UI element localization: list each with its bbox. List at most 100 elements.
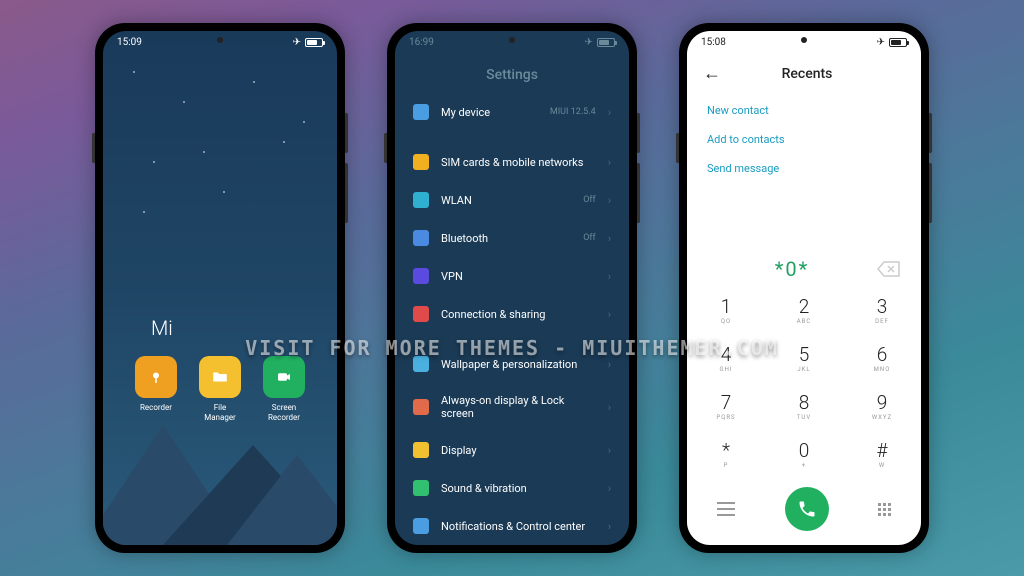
key-number: 9 xyxy=(877,393,888,412)
app-recorder[interactable]: Recorder xyxy=(135,356,177,422)
notif-icon xyxy=(413,518,429,534)
keypad: 1QO2ABC3DEF4GHI5JKL6MNO7PQRS8TUV9WXYZ*P0… xyxy=(687,287,921,479)
wall-icon xyxy=(413,356,429,372)
settings-title: Settings xyxy=(395,53,629,93)
chevron-right-icon: › xyxy=(608,232,611,245)
settings-item-sim[interactable]: SIM cards & mobile networks› xyxy=(413,143,611,181)
phone-settings: 16:99 ✈ Settings My deviceMIUI 12.5.4› SI… xyxy=(387,23,637,553)
backspace-icon[interactable] xyxy=(877,261,901,277)
app-file-manager[interactable]: File Manager xyxy=(199,356,241,422)
dialer-action-1[interactable]: Add to contacts xyxy=(707,125,901,154)
chevron-right-icon: › xyxy=(608,106,611,119)
settings-item-label: Always-on display & Lock screen xyxy=(441,394,596,420)
dialpad-icon[interactable] xyxy=(878,503,891,516)
app-label: Recorder xyxy=(140,403,172,413)
settings-list: My deviceMIUI 12.5.4› SIM cards & mobile … xyxy=(395,93,629,545)
chevron-right-icon: › xyxy=(608,401,611,414)
settings-item-label: Connection & sharing xyxy=(441,308,596,321)
key-*[interactable]: *P xyxy=(687,431,765,479)
status-bar: 16:99 ✈ xyxy=(395,31,629,53)
dialer-display: *0* xyxy=(687,247,921,287)
chevron-right-icon: › xyxy=(608,308,611,321)
settings-item-display[interactable]: Display › xyxy=(413,431,611,469)
mic-icon xyxy=(135,356,177,398)
sim-icon xyxy=(413,154,429,170)
key-4[interactable]: 4GHI xyxy=(687,335,765,383)
key-5[interactable]: 5JKL xyxy=(765,335,843,383)
key-2[interactable]: 2ABC xyxy=(765,287,843,335)
phone-dialer: 15:08 ✈ ← Recents New contactAdd to cont… xyxy=(679,23,929,553)
settings-item-label: WLAN xyxy=(441,194,571,207)
key-sublabel: TUV xyxy=(797,414,811,421)
menu-icon[interactable] xyxy=(717,502,735,516)
chevron-right-icon: › xyxy=(608,520,611,533)
key-number: * xyxy=(722,441,730,460)
key-number: 8 xyxy=(799,393,810,412)
dialer-header: ← Recents xyxy=(687,53,921,90)
settings-item-notif[interactable]: Notifications & Control center› xyxy=(413,507,611,545)
chevron-right-icon: › xyxy=(608,444,611,457)
key-0[interactable]: 0+ xyxy=(765,431,843,479)
app-screen-recorder[interactable]: Screen Recorder xyxy=(263,356,305,422)
settings-item-label: VPN xyxy=(441,270,596,283)
key-sublabel: P xyxy=(724,462,729,469)
call-button[interactable] xyxy=(785,487,829,531)
dialer-bottom xyxy=(687,479,921,545)
settings-item-bt[interactable]: BluetoothOff› xyxy=(413,219,611,257)
folder-icon xyxy=(199,356,241,398)
key-3[interactable]: 3 DEF xyxy=(843,287,921,335)
app-row: Recorder File Manager Screen Recorder xyxy=(103,356,337,422)
battery-icon xyxy=(597,38,615,47)
video-icon xyxy=(263,356,305,398)
dialer-action-2[interactable]: Send message xyxy=(707,154,901,183)
key-6[interactable]: 6MNO xyxy=(843,335,921,383)
settings-screen[interactable]: 16:99 ✈ Settings My deviceMIUI 12.5.4› SI… xyxy=(395,31,629,545)
folder-title: Mi xyxy=(151,316,173,340)
key-number: # xyxy=(876,441,887,460)
conn-icon xyxy=(413,306,429,322)
settings-item-conn[interactable]: Connection & sharing › xyxy=(413,295,611,333)
key-7[interactable]: 7PQRS xyxy=(687,383,765,431)
back-icon[interactable]: ← xyxy=(703,63,721,84)
device-icon xyxy=(413,104,429,120)
key-sublabel: + xyxy=(802,462,806,469)
key-1[interactable]: 1QO xyxy=(687,287,765,335)
chevron-right-icon: › xyxy=(608,358,611,371)
key-sublabel: DEF xyxy=(875,318,889,325)
airplane-icon: ✈ xyxy=(877,37,885,48)
chevron-right-icon: › xyxy=(608,270,611,283)
wallpaper-stars xyxy=(103,61,337,261)
key-sublabel: PQRS xyxy=(716,414,735,421)
settings-item-label: My device xyxy=(441,106,538,119)
settings-item-value: Off xyxy=(583,195,595,205)
key-sublabel: W xyxy=(879,462,885,469)
home-screen[interactable]: 15:09 ✈ Mi Recorder xyxy=(103,31,337,545)
key-8[interactable]: 8 TUV xyxy=(765,383,843,431)
dialer-title: Recents xyxy=(739,66,875,82)
status-time: 15:09 xyxy=(117,37,142,48)
settings-item-wall[interactable]: Wallpaper & personalization› xyxy=(413,345,611,383)
settings-item-label: Display xyxy=(441,444,596,457)
dialer-screen[interactable]: 15:08 ✈ ← Recents New contactAdd to cont… xyxy=(687,31,921,545)
vpn-icon xyxy=(413,268,429,284)
chevron-right-icon: › xyxy=(608,482,611,495)
key-number: 3 xyxy=(877,297,888,316)
app-label: File Manager xyxy=(204,403,236,422)
always-icon xyxy=(413,399,429,415)
status-time: 16:99 xyxy=(409,37,434,48)
key-9[interactable]: 9WXYZ xyxy=(843,383,921,431)
display-icon xyxy=(413,442,429,458)
chevron-right-icon: › xyxy=(608,156,611,169)
key-#[interactable]: #W xyxy=(843,431,921,479)
dialed-number: *0* xyxy=(707,257,877,281)
settings-item-sound[interactable]: Sound & vibration› xyxy=(413,469,611,507)
settings-item-always[interactable]: Always-on display & Lock screen › xyxy=(413,383,611,431)
battery-icon xyxy=(889,38,907,47)
settings-item-vpn[interactable]: VPN › xyxy=(413,257,611,295)
key-sublabel: ABC xyxy=(797,318,812,325)
settings-item-device[interactable]: My deviceMIUI 12.5.4› xyxy=(413,93,611,131)
dialer-action-0[interactable]: New contact xyxy=(707,96,901,125)
settings-item-wifi[interactable]: WLAN Off › xyxy=(413,181,611,219)
settings-item-label: Bluetooth xyxy=(441,232,571,245)
chevron-right-icon: › xyxy=(608,194,611,207)
